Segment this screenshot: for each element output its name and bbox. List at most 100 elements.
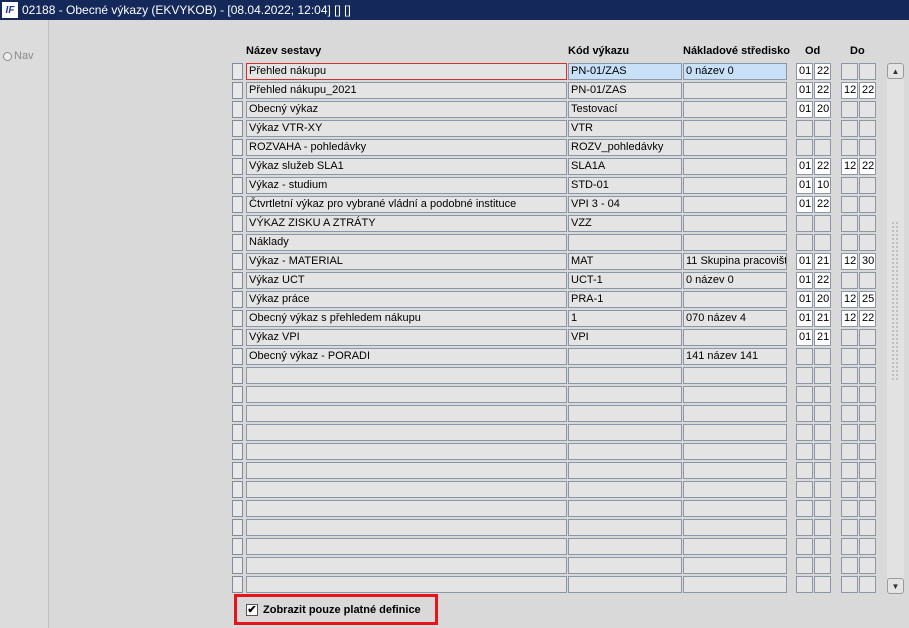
cell-from-a[interactable] <box>796 139 813 156</box>
cell-to-b[interactable] <box>859 576 876 593</box>
cell-center[interactable]: 0 název 0 <box>683 63 787 80</box>
cell-from-a[interactable]: 01 <box>796 82 813 99</box>
row-selector[interactable] <box>232 329 243 346</box>
cell-from-a[interactable]: 01 <box>796 253 813 270</box>
cell-to-b[interactable] <box>859 443 876 460</box>
cell-center[interactable] <box>683 101 787 118</box>
row-selector[interactable] <box>232 63 243 80</box>
cell-from-b[interactable] <box>814 557 831 574</box>
cell-center[interactable] <box>683 519 787 536</box>
cell-to-a[interactable]: 12 <box>841 310 858 327</box>
row-selector[interactable] <box>232 519 243 536</box>
cell-to-b[interactable] <box>859 177 876 194</box>
cell-to-b[interactable] <box>859 63 876 80</box>
cell-from-b[interactable] <box>814 519 831 536</box>
cell-name[interactable]: Obecný výkaz - PORADI <box>246 348 567 365</box>
cell-from-b[interactable] <box>814 120 831 137</box>
cell-center[interactable] <box>683 215 787 232</box>
cell-to-b[interactable] <box>859 367 876 384</box>
cell-from-a[interactable] <box>796 405 813 422</box>
cell-from-b[interactable] <box>814 424 831 441</box>
cell-from-b[interactable] <box>814 386 831 403</box>
cell-from-b[interactable]: 20 <box>814 101 831 118</box>
cell-center[interactable]: 11 Skupina pracovišť <box>683 253 787 270</box>
cell-code[interactable] <box>568 367 682 384</box>
cell-center[interactable] <box>683 177 787 194</box>
cell-to-b[interactable]: 22 <box>859 158 876 175</box>
row-selector[interactable] <box>232 557 243 574</box>
row-selector[interactable] <box>232 576 243 593</box>
cell-center[interactable] <box>683 405 787 422</box>
cell-center[interactable] <box>683 538 787 555</box>
cell-name[interactable]: Výkaz - MATERIAL <box>246 253 567 270</box>
row-selector[interactable] <box>232 443 243 460</box>
cell-code[interactable] <box>568 424 682 441</box>
cell-from-a[interactable]: 01 <box>796 196 813 213</box>
cell-center[interactable] <box>683 557 787 574</box>
cell-center[interactable] <box>683 329 787 346</box>
cell-to-a[interactable] <box>841 63 858 80</box>
cell-name[interactable]: Výkaz - studium <box>246 177 567 194</box>
cell-from-a[interactable] <box>796 234 813 251</box>
cell-from-b[interactable]: 10 <box>814 177 831 194</box>
cell-center[interactable] <box>683 234 787 251</box>
cell-code[interactable]: 1 <box>568 310 682 327</box>
cell-name[interactable]: Čtvrtletní výkaz pro vybrané vládní a po… <box>246 196 567 213</box>
row-selector[interactable] <box>232 500 243 517</box>
cell-center[interactable] <box>683 120 787 137</box>
cell-center[interactable] <box>683 158 787 175</box>
cell-from-a[interactable] <box>796 367 813 384</box>
cell-code[interactable] <box>568 443 682 460</box>
cell-from-b[interactable]: 22 <box>814 158 831 175</box>
cell-to-a[interactable] <box>841 519 858 536</box>
cell-code[interactable] <box>568 462 682 479</box>
cell-from-b[interactable]: 21 <box>814 253 831 270</box>
row-selector[interactable] <box>232 367 243 384</box>
cell-to-b[interactable]: 22 <box>859 82 876 99</box>
checkbox-icon[interactable]: ✔ <box>246 603 258 616</box>
cell-center[interactable]: 0 název 0 <box>683 272 787 289</box>
cell-from-a[interactable]: 01 <box>796 310 813 327</box>
row-selector[interactable] <box>232 215 243 232</box>
cell-from-a[interactable]: 01 <box>796 272 813 289</box>
cell-center[interactable] <box>683 196 787 213</box>
cell-to-a[interactable] <box>841 139 858 156</box>
cell-from-a[interactable] <box>796 519 813 536</box>
cell-code[interactable]: MAT <box>568 253 682 270</box>
cell-from-b[interactable] <box>814 500 831 517</box>
cell-code[interactable] <box>568 500 682 517</box>
scroll-down-icon[interactable]: ▼ <box>887 578 904 594</box>
scroll-up-icon[interactable]: ▲ <box>887 63 904 79</box>
cell-center[interactable]: 070 název 4 <box>683 310 787 327</box>
cell-center[interactable] <box>683 367 787 384</box>
cell-code[interactable]: VPI 3 - 04 <box>568 196 682 213</box>
cell-from-b[interactable]: 22 <box>814 272 831 289</box>
cell-code[interactable]: ROZV_pohledávky <box>568 139 682 156</box>
cell-code[interactable] <box>568 481 682 498</box>
cell-to-a[interactable] <box>841 348 858 365</box>
cell-to-b[interactable]: 25 <box>859 291 876 308</box>
cell-from-a[interactable] <box>796 386 813 403</box>
cell-name[interactable] <box>246 538 567 555</box>
cell-to-b[interactable] <box>859 101 876 118</box>
cell-code[interactable]: VZZ <box>568 215 682 232</box>
cell-from-a[interactable] <box>796 576 813 593</box>
row-selector[interactable] <box>232 253 243 270</box>
cell-from-b[interactable] <box>814 576 831 593</box>
cell-to-b[interactable] <box>859 519 876 536</box>
cell-code[interactable]: VPI <box>568 329 682 346</box>
cell-code[interactable] <box>568 538 682 555</box>
row-selector[interactable] <box>232 405 243 422</box>
row-selector[interactable] <box>232 348 243 365</box>
cell-from-b[interactable] <box>814 481 831 498</box>
cell-name[interactable] <box>246 424 567 441</box>
cell-center[interactable] <box>683 576 787 593</box>
row-selector[interactable] <box>232 139 243 156</box>
cell-center[interactable]: 141 název 141 <box>683 348 787 365</box>
cell-code[interactable] <box>568 386 682 403</box>
row-selector[interactable] <box>232 158 243 175</box>
cell-from-a[interactable] <box>796 424 813 441</box>
cell-code[interactable]: SLA1A <box>568 158 682 175</box>
cell-to-b[interactable] <box>859 424 876 441</box>
nav-button[interactable]: Nav <box>3 50 34 62</box>
